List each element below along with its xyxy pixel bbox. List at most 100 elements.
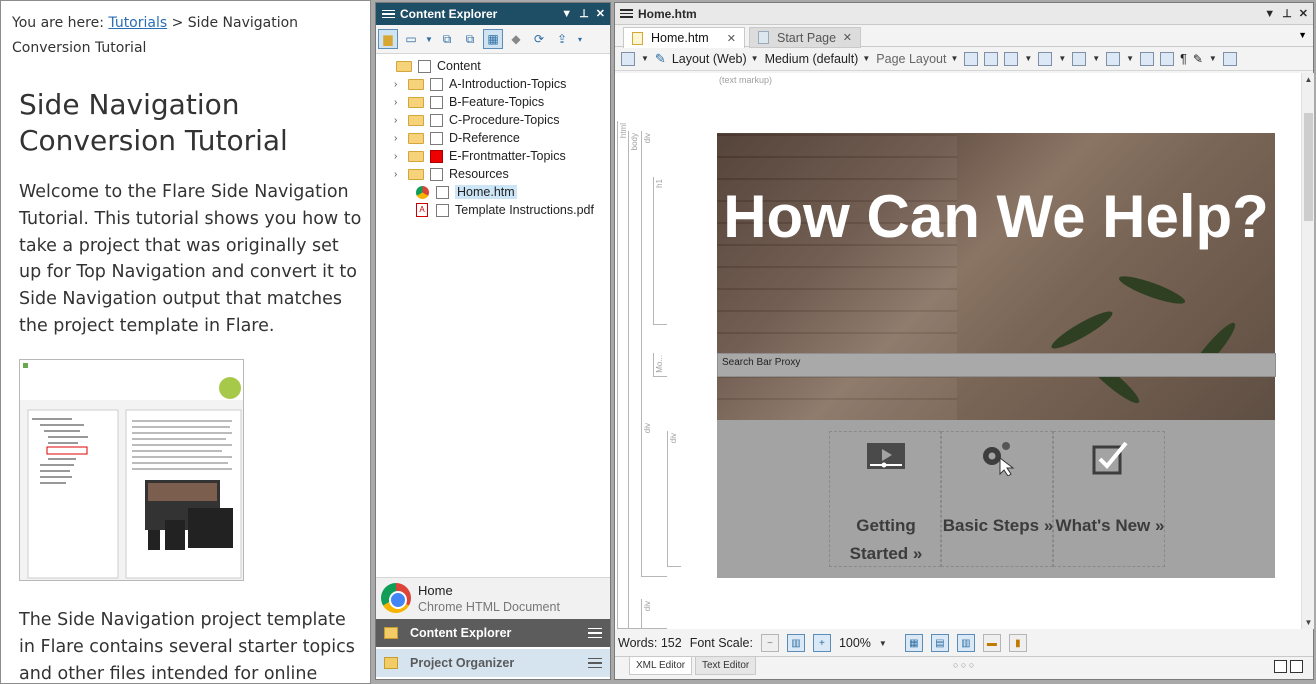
image-icon[interactable] [1004, 51, 1019, 66]
text-format-icon[interactable] [1106, 51, 1121, 66]
expand-arrow-icon[interactable]: › [394, 79, 408, 90]
view-mode-icon[interactable]: ▦ [904, 634, 923, 652]
tab-list-icon[interactable]: ▼ [1298, 30, 1307, 40]
tab-xml-editor[interactable]: XML Editor [629, 657, 693, 675]
source-control-icon[interactable]: ◆ [506, 29, 526, 49]
tree-item-template-instructions-pdf[interactable]: A Template Instructions.pdf [416, 201, 594, 219]
split-vertical-icon[interactable] [1274, 660, 1287, 673]
breadcrumb-link-tutorials[interactable]: Tutorials [108, 15, 167, 31]
close-icon[interactable]: ✕ [1299, 3, 1308, 25]
preview-icon[interactable] [621, 51, 635, 66]
close-tab-icon[interactable]: ✕ [843, 31, 852, 44]
dropdown-icon[interactable]: ▼ [1126, 54, 1134, 63]
ruler-vertical-icon[interactable]: ▮ [1008, 634, 1027, 652]
dropdown-icon[interactable]: ▼ [1209, 54, 1217, 63]
scroll-up-icon[interactable]: ▲ [1302, 75, 1315, 84]
checkbox[interactable] [430, 167, 443, 181]
splitter-handle[interactable]: ○ ○ ○ [953, 660, 974, 670]
dropdown-icon[interactable]: ▼ [1058, 54, 1066, 63]
dropdown-icon[interactable]: ▼ [1092, 54, 1100, 63]
dropdown-icon[interactable]: ▼ [424, 29, 434, 49]
tab-start-page[interactable]: Start Page ✕ [749, 27, 861, 48]
condition-icon[interactable] [964, 51, 979, 66]
tile-getting-started[interactable]: Getting Started » [829, 431, 941, 567]
tree-item-a-introduction-topics[interactable]: › A-Introduction-Topics [394, 75, 566, 93]
expand-arrow-icon[interactable]: › [394, 115, 408, 126]
pilcrow-icon[interactable]: ¶ [1180, 52, 1187, 66]
close-tab-icon[interactable]: ✕ [727, 32, 736, 45]
comment-icon[interactable] [1160, 51, 1175, 66]
show-tags-icon[interactable]: ✎ [655, 51, 666, 67]
page-layout-dropdown[interactable]: Page Layout ▼ [876, 52, 958, 66]
dropdown-icon[interactable]: ▼ [1024, 54, 1032, 63]
variable-icon[interactable] [984, 51, 999, 66]
vertical-scrollbar[interactable]: ▲ ▼ [1301, 73, 1314, 629]
layout-dropdown[interactable]: Layout (Web) ▼ [672, 52, 759, 66]
file-view-icon[interactable]: ▭ [401, 29, 421, 49]
increase-font-button[interactable]: + [812, 634, 831, 652]
tile-basic-steps[interactable]: Basic Steps » [941, 431, 1053, 567]
refresh-icon[interactable]: ⟳ [529, 29, 549, 49]
hamburger-menu-icon[interactable] [588, 627, 602, 639]
ruler-horizontal-icon[interactable]: ▬ [982, 634, 1001, 652]
tree-item-b-feature-topics[interactable]: › B-Feature-Topics [394, 93, 544, 111]
split-horizontal-icon[interactable] [1290, 660, 1303, 673]
search-bar-proxy[interactable]: Search Bar Proxy [717, 353, 1276, 377]
panel-menu-icon[interactable]: ▼ [1264, 3, 1275, 25]
content-explorer-titlebar[interactable]: Content Explorer ▼ ⊥ ✕ [376, 3, 610, 25]
xml-editor-canvas[interactable]: (text markup) html body div h1 Mo... div… [615, 73, 1301, 629]
locked-icon[interactable] [1038, 51, 1053, 66]
pin-icon[interactable]: ⊥ [1282, 3, 1292, 25]
overflow-icon[interactable]: ▾ [575, 29, 585, 49]
medium-dropdown[interactable]: Medium (default) ▼ [765, 52, 871, 66]
scroll-thumb[interactable] [1304, 113, 1313, 221]
info-icon[interactable] [1140, 51, 1155, 66]
export-icon[interactable]: ⇪ [552, 29, 572, 49]
accordion-content-explorer[interactable]: Content Explorer [376, 619, 610, 647]
scroll-down-icon[interactable]: ▼ [1302, 618, 1315, 627]
checkbox[interactable] [436, 203, 449, 217]
tile-whats-new[interactable]: What's New » [1053, 431, 1165, 567]
copy-icon[interactable]: ⧉ [460, 29, 480, 49]
export-icon[interactable] [1222, 51, 1237, 66]
dropdown-icon[interactable]: ▼ [641, 54, 649, 63]
checkbox[interactable] [430, 113, 443, 127]
checkbox[interactable] [430, 95, 443, 109]
accordion-project-organizer[interactable]: Project Organizer [376, 649, 610, 677]
tab-text-editor[interactable]: Text Editor [695, 657, 757, 675]
folder-view-icon[interactable]: ▆ [378, 29, 398, 49]
structure-bar-div[interactable]: div [641, 599, 655, 629]
show-spans-icon[interactable]: ▥ [956, 634, 975, 652]
tree-item-d-reference[interactable]: › D-Reference [394, 129, 520, 147]
checkbox[interactable] [430, 131, 443, 145]
cross-reference-icon[interactable] [1072, 51, 1087, 66]
expand-arrow-icon[interactable]: › [394, 133, 408, 144]
expand-arrow-icon[interactable]: › [394, 97, 408, 108]
hamburger-menu-icon[interactable] [588, 657, 602, 669]
zoom-level[interactable]: 100% [839, 636, 871, 650]
add-file-icon[interactable]: ⧉ [437, 29, 457, 49]
decrease-font-button[interactable]: − [760, 634, 779, 652]
reset-font-button[interactable]: ▥ [786, 634, 805, 652]
tree-item-resources[interactable]: › Resources [394, 165, 509, 183]
thumbnail-view-icon[interactable]: ▦ [483, 29, 503, 49]
structure-bar-mo[interactable]: Mo... [653, 353, 667, 377]
tree-item-c-procedure-topics[interactable]: › C-Procedure-Topics [394, 111, 559, 129]
structure-bar-h1[interactable]: h1 [653, 177, 667, 325]
zoom-dropdown-icon[interactable]: ▼ [879, 639, 887, 648]
expand-arrow-icon[interactable]: › [394, 151, 408, 162]
pin-icon[interactable]: ⊥ [579, 3, 589, 25]
tab-home-htm[interactable]: Home.htm ✕ [623, 27, 745, 48]
paint-icon[interactable]: ✎ [1193, 52, 1203, 66]
editor-titlebar[interactable]: Home.htm ▼ ⊥ ✕ [615, 3, 1313, 25]
expand-arrow-icon[interactable]: › [394, 169, 408, 180]
tree-item-home-htm[interactable]: Home.htm [416, 183, 517, 201]
checkbox[interactable] [418, 59, 431, 73]
tree-item-e-frontmatter-topics[interactable]: › E-Frontmatter-Topics [394, 147, 566, 165]
close-icon[interactable]: ✕ [596, 3, 605, 25]
tree-item-content[interactable]: Content [396, 57, 481, 75]
structure-bar-div[interactable]: div [667, 431, 681, 567]
show-blocks-icon[interactable]: ▤ [930, 634, 949, 652]
checkbox[interactable] [436, 185, 449, 199]
status-color-checkbox[interactable] [430, 149, 443, 163]
